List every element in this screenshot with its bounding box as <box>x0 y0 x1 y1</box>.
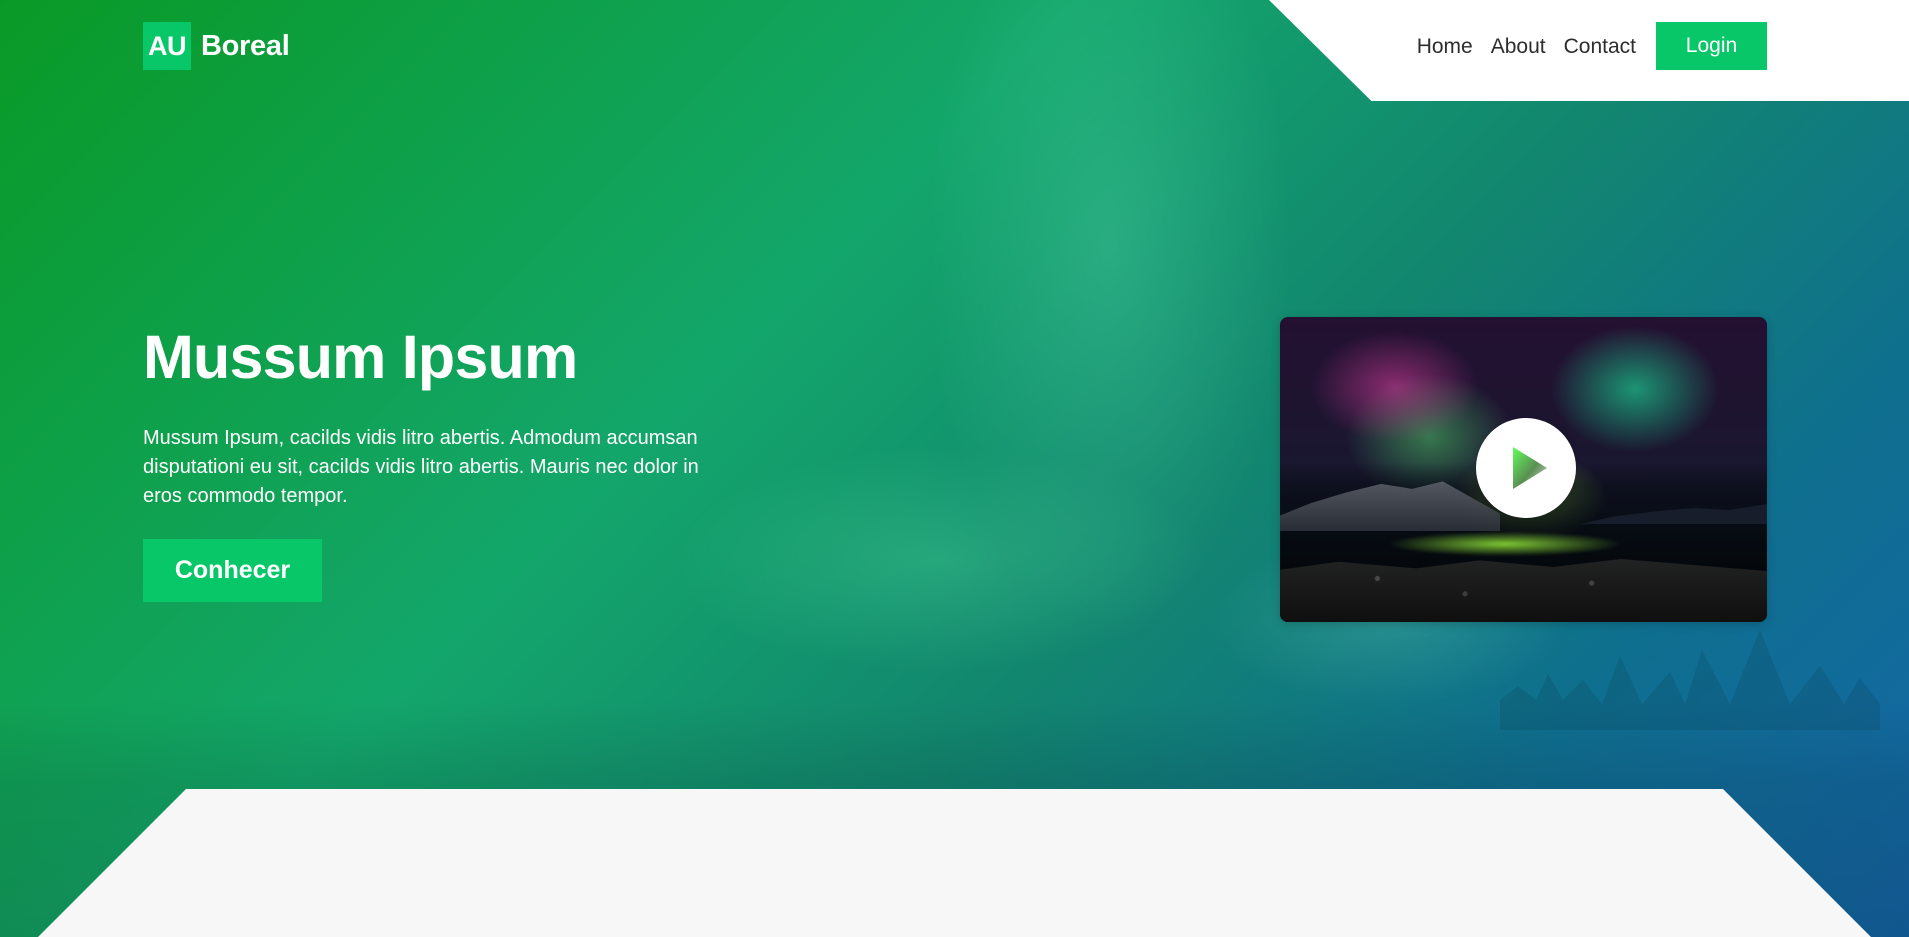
hero-content: Mussum Ipsum Mussum Ipsum, cacilds vidis… <box>143 327 763 602</box>
video-card[interactable] <box>1280 317 1767 622</box>
nav-about-link[interactable]: About <box>1491 36 1546 57</box>
hero-title: Mussum Ipsum <box>143 323 578 391</box>
play-icon <box>1513 447 1547 489</box>
hero-description: Mussum Ipsum, cacilds vidis litro aberti… <box>143 427 699 507</box>
video-mountain-left <box>1280 481 1500 531</box>
nav-contact-link[interactable]: Contact <box>1564 36 1636 57</box>
brand-mark: AU <box>143 22 191 70</box>
landing-page: AU Boreal Home About Contact Login Mussu… <box>0 0 1909 937</box>
brand-logo[interactable]: AU Boreal <box>143 22 290 70</box>
main-navigation: Home About Contact Login <box>1417 22 1767 70</box>
brand-name: Boreal <box>201 29 290 62</box>
play-button[interactable] <box>1476 418 1576 518</box>
conhecer-button[interactable]: Conhecer <box>143 539 322 602</box>
video-foreground-rocks <box>1280 559 1767 622</box>
video-mountain-right <box>1580 504 1767 524</box>
nav-home-link[interactable]: Home <box>1417 36 1473 57</box>
login-button[interactable]: Login <box>1656 22 1767 70</box>
bottom-panel <box>38 789 1871 937</box>
